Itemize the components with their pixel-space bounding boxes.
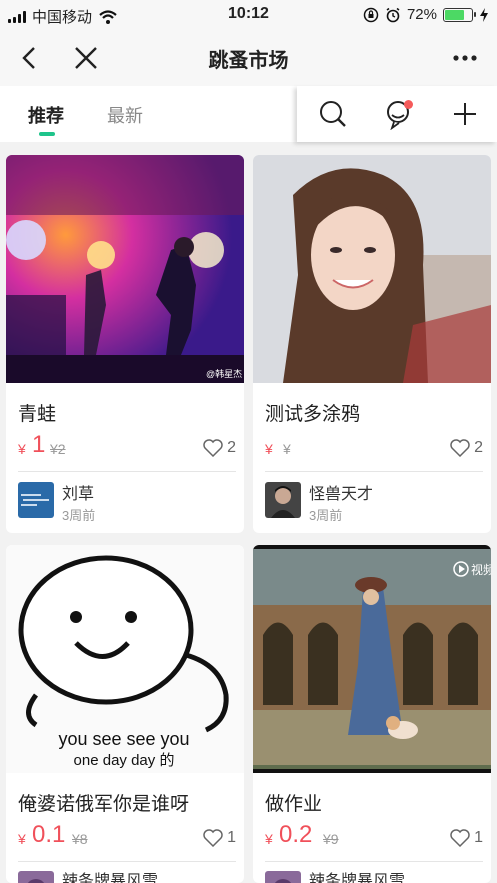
seller-name[interactable]: 刘草 [62,480,94,504]
meme-caption-line2: one day day 的 [74,752,175,769]
like-button[interactable]: 2 [450,439,483,457]
currency-symbol: ¥ [18,441,26,457]
currency-symbol: ¥ [265,831,273,847]
notification-dot [404,100,413,109]
status-right-group: 72% [363,6,489,23]
avatar[interactable] [18,482,54,518]
original-price: ¥2 [50,441,66,457]
original-price: ¥ [283,441,291,457]
battery-icon [443,7,476,22]
product-card[interactable]: 视频 做作业 ¥ 0.2 ¥9 1 辣条牌暴风雪 [253,545,491,883]
original-price: ¥9 [323,831,339,847]
like-count: 1 [474,829,483,846]
product-card[interactable]: you see see you one day day 的 俺婆诺俄军你是谁呀 … [6,545,244,883]
product-card[interactable]: 测试多涂鸦 ¥ ¥ 2 怪兽天才 3周前 [253,155,491,533]
product-photo-concert: @韩星杰 [6,155,244,383]
product-title: 俺婆诺俄军你是谁呀 [18,794,190,815]
heart-icon [203,829,223,847]
product-title: 青蛙 [18,404,57,425]
like-count: 2 [227,439,236,456]
avatar[interactable] [18,871,54,883]
messages-button[interactable] [383,98,415,131]
price: 0.1 [32,821,66,848]
add-icon[interactable] [449,98,481,130]
like-button[interactable]: 1 [450,829,483,847]
divider [265,861,483,862]
search-icon[interactable] [317,98,349,130]
tab-latest[interactable]: 最新 [107,102,143,128]
price-row: ¥ 0.2 ¥9 1 [265,821,483,849]
avatar[interactable] [265,482,301,518]
more-icon[interactable] [451,44,479,72]
product-card[interactable]: @韩星杰 青蛙 ¥ 1 ¥2 2 刘草 3周前 [6,155,244,533]
seller-name[interactable]: 辣条牌暴风雪 [309,867,405,883]
heart-icon [450,829,470,847]
product-title: 测试多涂鸦 [265,404,361,425]
status-bar: 中国移动 10:12 72% [0,0,497,30]
photo-watermark: @韩星杰 [206,368,242,379]
toolbar-panel [297,86,497,142]
currency-symbol: ¥ [18,831,26,847]
like-count: 2 [474,439,483,456]
tab-recommended[interactable]: 推荐 [28,102,64,128]
avatar[interactable] [265,871,301,883]
original-price: ¥8 [72,831,88,847]
nav-bar: 跳蚤市场 [0,30,497,86]
charging-icon [480,7,488,22]
post-time: 3周前 [62,508,96,523]
like-button[interactable]: 1 [203,829,236,847]
price: 1 [32,431,46,458]
video-label: 视频 [471,562,491,577]
page-title: 跳蚤市场 [208,50,289,72]
product-title: 做作业 [265,794,323,815]
divider [265,471,483,472]
tab-indicator [39,132,55,136]
currency-symbol: ¥ [265,441,273,457]
divider [18,861,236,862]
alarm-icon [386,7,400,22]
product-photo-video: 视频 [253,545,491,773]
heart-icon [203,439,223,457]
heart-icon [450,439,470,457]
post-time: 3周前 [309,508,343,523]
price-row: ¥ 1 ¥2 2 [18,431,236,459]
price-row: ¥ 0.1 ¥8 1 [18,821,236,849]
like-count: 1 [227,829,236,846]
seller-name[interactable]: 怪兽天才 [309,480,373,504]
divider [18,471,236,472]
seller-name[interactable]: 辣条牌暴风雪 [62,867,158,883]
battery-percent: 72% [406,6,437,23]
product-photo-meme: you see see you one day day 的 [6,545,244,773]
like-button[interactable]: 2 [203,439,236,457]
price: 0.2 [279,821,313,848]
product-photo-portrait [253,155,491,383]
price-row: ¥ ¥ 2 [265,431,483,459]
orientation-lock-icon [363,7,379,22]
meme-caption-line1: you see see you [58,729,189,749]
